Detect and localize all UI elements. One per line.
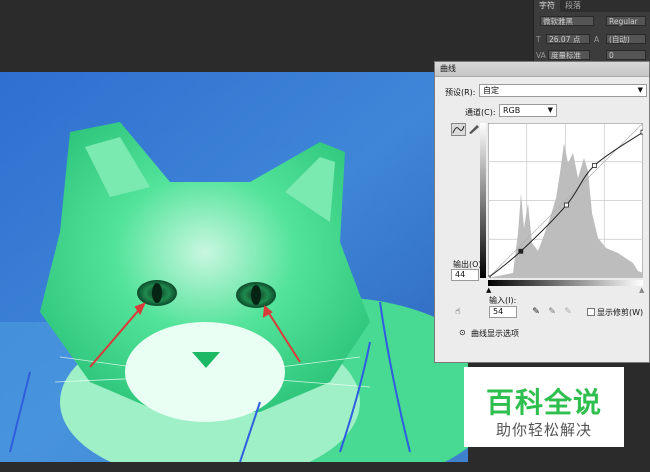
white-eyedropper-icon[interactable]: ✎ xyxy=(563,306,573,318)
cat-photo xyxy=(0,72,468,462)
output-field[interactable]: 44 xyxy=(451,269,479,281)
output-gradient-bar xyxy=(480,123,486,278)
kerning-field[interactable]: 度量标准 xyxy=(548,50,590,60)
preset-label: 预设(R): xyxy=(445,88,476,97)
font-style-select[interactable]: Regular xyxy=(606,16,646,26)
gray-eyedropper-icon[interactable]: ✎ xyxy=(547,306,557,318)
channel-label: 通道(C): xyxy=(465,108,496,117)
watermark-title: 百科全说 xyxy=(485,386,602,419)
leading-icon: A xyxy=(594,35,600,44)
dialog-title: 曲线 xyxy=(435,62,649,77)
font-family-select[interactable]: 微软雅黑 xyxy=(540,16,594,26)
tab-character[interactable]: 字符 xyxy=(534,0,560,12)
chevron-down-icon: ▼ xyxy=(547,106,553,114)
curve-control-point[interactable] xyxy=(591,163,597,168)
curve-control-point[interactable] xyxy=(564,202,569,208)
show-clipping-checkbox[interactable] xyxy=(587,308,595,316)
curve-control-point[interactable] xyxy=(640,129,643,135)
show-clipping-label: 显示修剪(W) xyxy=(597,308,644,317)
channel-value: RGB xyxy=(503,106,521,115)
curve-options-label[interactable]: 曲线显示选项 xyxy=(471,328,519,339)
curve-graph[interactable] xyxy=(488,123,643,278)
channel-select[interactable]: RGB ▼ xyxy=(499,104,557,117)
curve-edit-tool[interactable] xyxy=(451,123,466,136)
curve-adjust-icon[interactable]: ☝ xyxy=(453,306,463,318)
leading-field[interactable]: (自动) xyxy=(606,34,646,44)
curve-control-point[interactable] xyxy=(488,275,491,278)
preset-value: 自定 xyxy=(483,86,499,95)
preset-select[interactable]: 自定 ▼ xyxy=(479,84,647,97)
curve-icon xyxy=(452,125,465,134)
tab-paragraph[interactable]: 段落 xyxy=(560,0,586,12)
black-eyedropper-icon[interactable]: ✎ xyxy=(531,306,541,318)
expand-toggle-icon[interactable]: ⊙ xyxy=(459,328,466,337)
font-size-icon: T xyxy=(536,35,541,44)
image-canvas[interactable] xyxy=(0,72,468,462)
input-field[interactable]: 54 xyxy=(489,306,517,318)
pencil-icon xyxy=(469,125,479,134)
white-point-slider[interactable]: ▲ xyxy=(639,286,644,294)
watermark-subtitle: 助你轻松解决 xyxy=(495,421,592,439)
input-label: 输入(I): xyxy=(489,296,517,305)
kerning-icon: VA xyxy=(536,51,546,60)
curves-dialog: 曲线 预设(R): 自定 ▼ 通道(C): RGB ▼ ▲ ▲ 输出(O): 4… xyxy=(434,61,650,363)
input-gradient-bar xyxy=(488,280,643,286)
tracking-field[interactable]: 0 xyxy=(606,50,646,60)
watermark: 百科全说 助你轻松解决 xyxy=(464,367,624,447)
curve-control-point[interactable] xyxy=(518,248,524,254)
font-size-field[interactable]: 26.07 点 xyxy=(546,34,590,44)
chevron-down-icon: ▼ xyxy=(637,86,643,94)
character-panel: 字符 段落 微软雅黑 Regular T 26.07 点 A (自动) VA 度… xyxy=(533,0,650,62)
black-point-slider[interactable]: ▲ xyxy=(486,286,491,294)
